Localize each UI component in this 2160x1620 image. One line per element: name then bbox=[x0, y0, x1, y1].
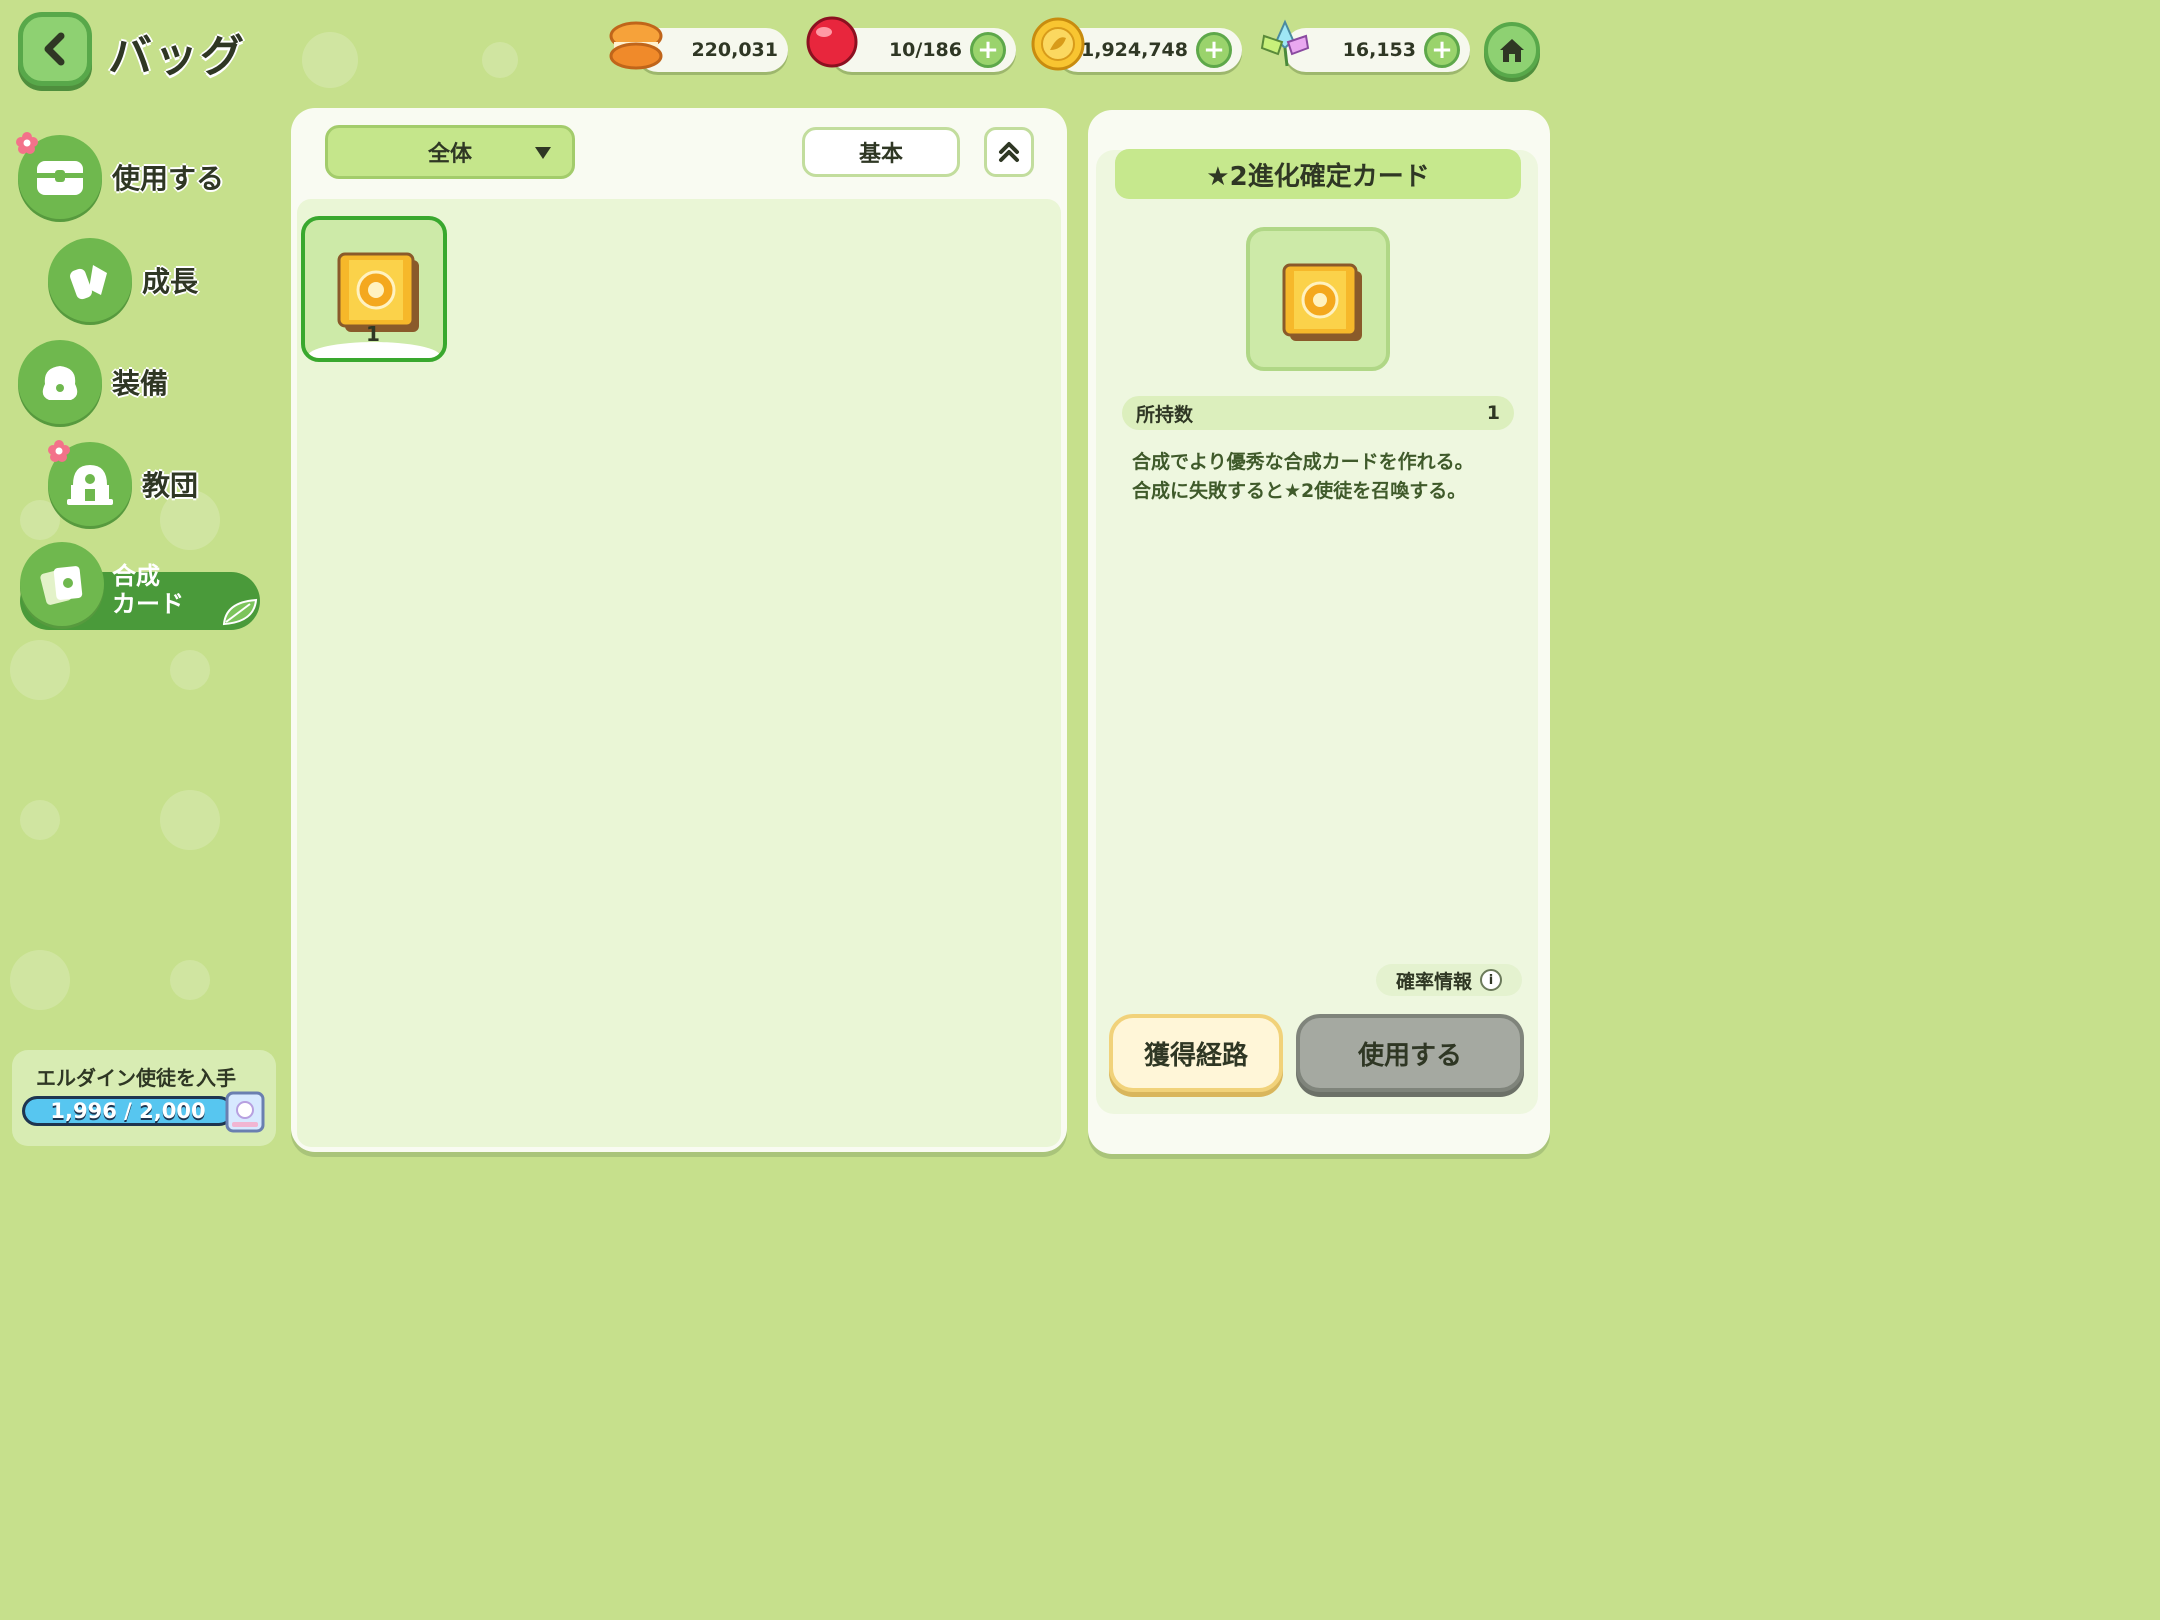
sidebar-label-equipment: 装備 bbox=[112, 367, 169, 400]
home-button[interactable] bbox=[1484, 22, 1540, 78]
sidebar-label-growth: 成長 bbox=[142, 265, 199, 298]
gold-card-icon bbox=[1282, 263, 1362, 341]
card-icon bbox=[40, 566, 83, 605]
currency-crystal-value: 16,153 bbox=[1342, 39, 1416, 61]
item-description: 合成でより優秀な合成カードを作れる。 合成に失敗すると★2使徒を召喚する。 bbox=[1132, 451, 1474, 502]
macaron-icon bbox=[609, 21, 663, 70]
back-button[interactable] bbox=[18, 12, 92, 86]
gold-coin-icon bbox=[1031, 17, 1085, 71]
acquisition-route-button[interactable]: 獲得経路 bbox=[1109, 1014, 1283, 1092]
outfit-icon bbox=[42, 366, 78, 400]
probability-info-button[interactable]: 確率情報 i bbox=[1376, 964, 1522, 996]
sidebar-label-cult: 教団 bbox=[142, 469, 199, 502]
use-item-label: 使用する bbox=[1357, 1040, 1462, 1071]
chevron-left-icon bbox=[44, 32, 65, 66]
sort-order-button[interactable] bbox=[984, 127, 1034, 177]
sidebar-label-use: 使用する bbox=[112, 162, 225, 195]
temple-icon bbox=[67, 465, 113, 505]
add-crystal-button[interactable]: + bbox=[1424, 32, 1460, 68]
add-red-gem-button[interactable]: + bbox=[970, 32, 1006, 68]
acquisition-route-label: 獲得経路 bbox=[1143, 1040, 1248, 1071]
owned-count-label: 所持数 bbox=[1136, 403, 1194, 426]
sidebar-item-equipment[interactable]: 装備 bbox=[18, 340, 168, 424]
detail-title: ★2進化確定カード bbox=[1115, 149, 1521, 199]
info-icon: i bbox=[1480, 969, 1502, 991]
summon-progress-value: 1,996 / 2,000 bbox=[50, 1099, 206, 1123]
owned-count-value: 1 bbox=[1486, 402, 1500, 424]
sidebar-item-use[interactable]: 使用する bbox=[18, 135, 224, 219]
owned-count-row: 所持数 1 bbox=[1122, 396, 1514, 430]
red-gem-icon bbox=[806, 16, 858, 68]
filter-dropdown-value: 全体 bbox=[427, 142, 472, 167]
probability-info-label: 確率情報 bbox=[1395, 970, 1472, 993]
new-badge-flower-icon bbox=[16, 132, 38, 154]
page-title: バッグ bbox=[108, 31, 246, 82]
add-gold-button[interactable]: + bbox=[1196, 32, 1232, 68]
sidebar-item-growth[interactable]: 成長 bbox=[48, 238, 198, 322]
sort-basic-label: 基本 bbox=[858, 142, 903, 167]
new-badge-flower-icon bbox=[48, 440, 70, 462]
inventory-item-count: 1 bbox=[366, 322, 380, 346]
sidebar-item-cult[interactable]: 教団 bbox=[48, 442, 198, 526]
sidebar-label-synthesis-card: 合成 カード bbox=[112, 562, 184, 618]
detail-item-icon bbox=[1246, 227, 1390, 371]
chest-icon bbox=[37, 161, 83, 195]
sidebar-icon-wrap bbox=[48, 238, 132, 322]
sidebar-icon-wrap bbox=[18, 340, 102, 424]
leaf-icon bbox=[222, 598, 258, 626]
filter-dropdown[interactable]: 全体 bbox=[325, 125, 575, 179]
caret-down-icon bbox=[535, 147, 551, 159]
sidebar-icon-wrap bbox=[20, 542, 104, 626]
double-chevron-up-icon bbox=[999, 142, 1019, 162]
currency-macaron-value: 220,031 bbox=[691, 39, 778, 61]
summon-ticket-icon[interactable] bbox=[224, 1090, 266, 1134]
currency-red-gem-value: 10/186 bbox=[888, 39, 962, 61]
crystal-flower-icon bbox=[1260, 19, 1310, 67]
use-item-button[interactable]: 使用する bbox=[1296, 1014, 1524, 1092]
home-icon bbox=[1500, 39, 1524, 62]
sort-basic-button[interactable]: 基本 bbox=[802, 127, 960, 177]
summon-progress-label: エルダイン使徒を入手 bbox=[36, 1066, 236, 1090]
potion-icon bbox=[70, 265, 107, 300]
currency-gold-value: 1,924,748 bbox=[1081, 39, 1188, 61]
